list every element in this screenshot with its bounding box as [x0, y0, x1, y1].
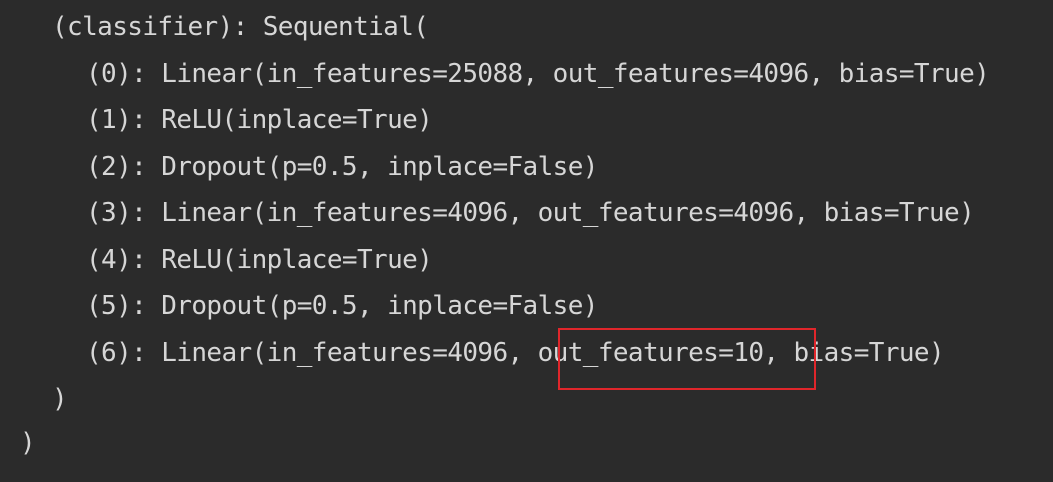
console-line-classifier: (classifier): Sequential(: [52, 12, 429, 42]
console-line-layer-1: (1): ReLU(inplace=True): [86, 105, 433, 135]
console-line-layer-0: (0): Linear(in_features=25088, out_featu…: [86, 59, 990, 89]
highlight-out-features-box: [558, 328, 816, 390]
console-line-layer-4: (4): ReLU(inplace=True): [86, 245, 433, 275]
console-line-close-sequential: ): [52, 384, 68, 414]
console-line-layer-3: (3): Linear(in_features=4096, out_featur…: [86, 198, 975, 228]
console-output: (classifier): Sequential( (0): Linear(in…: [0, 0, 1053, 482]
console-line-layer-2: (2): Dropout(p=0.5, inplace=False): [86, 152, 598, 182]
console-line-layer-5: (5): Dropout(p=0.5, inplace=False): [86, 291, 598, 321]
console-line-close-model: ): [20, 428, 36, 458]
